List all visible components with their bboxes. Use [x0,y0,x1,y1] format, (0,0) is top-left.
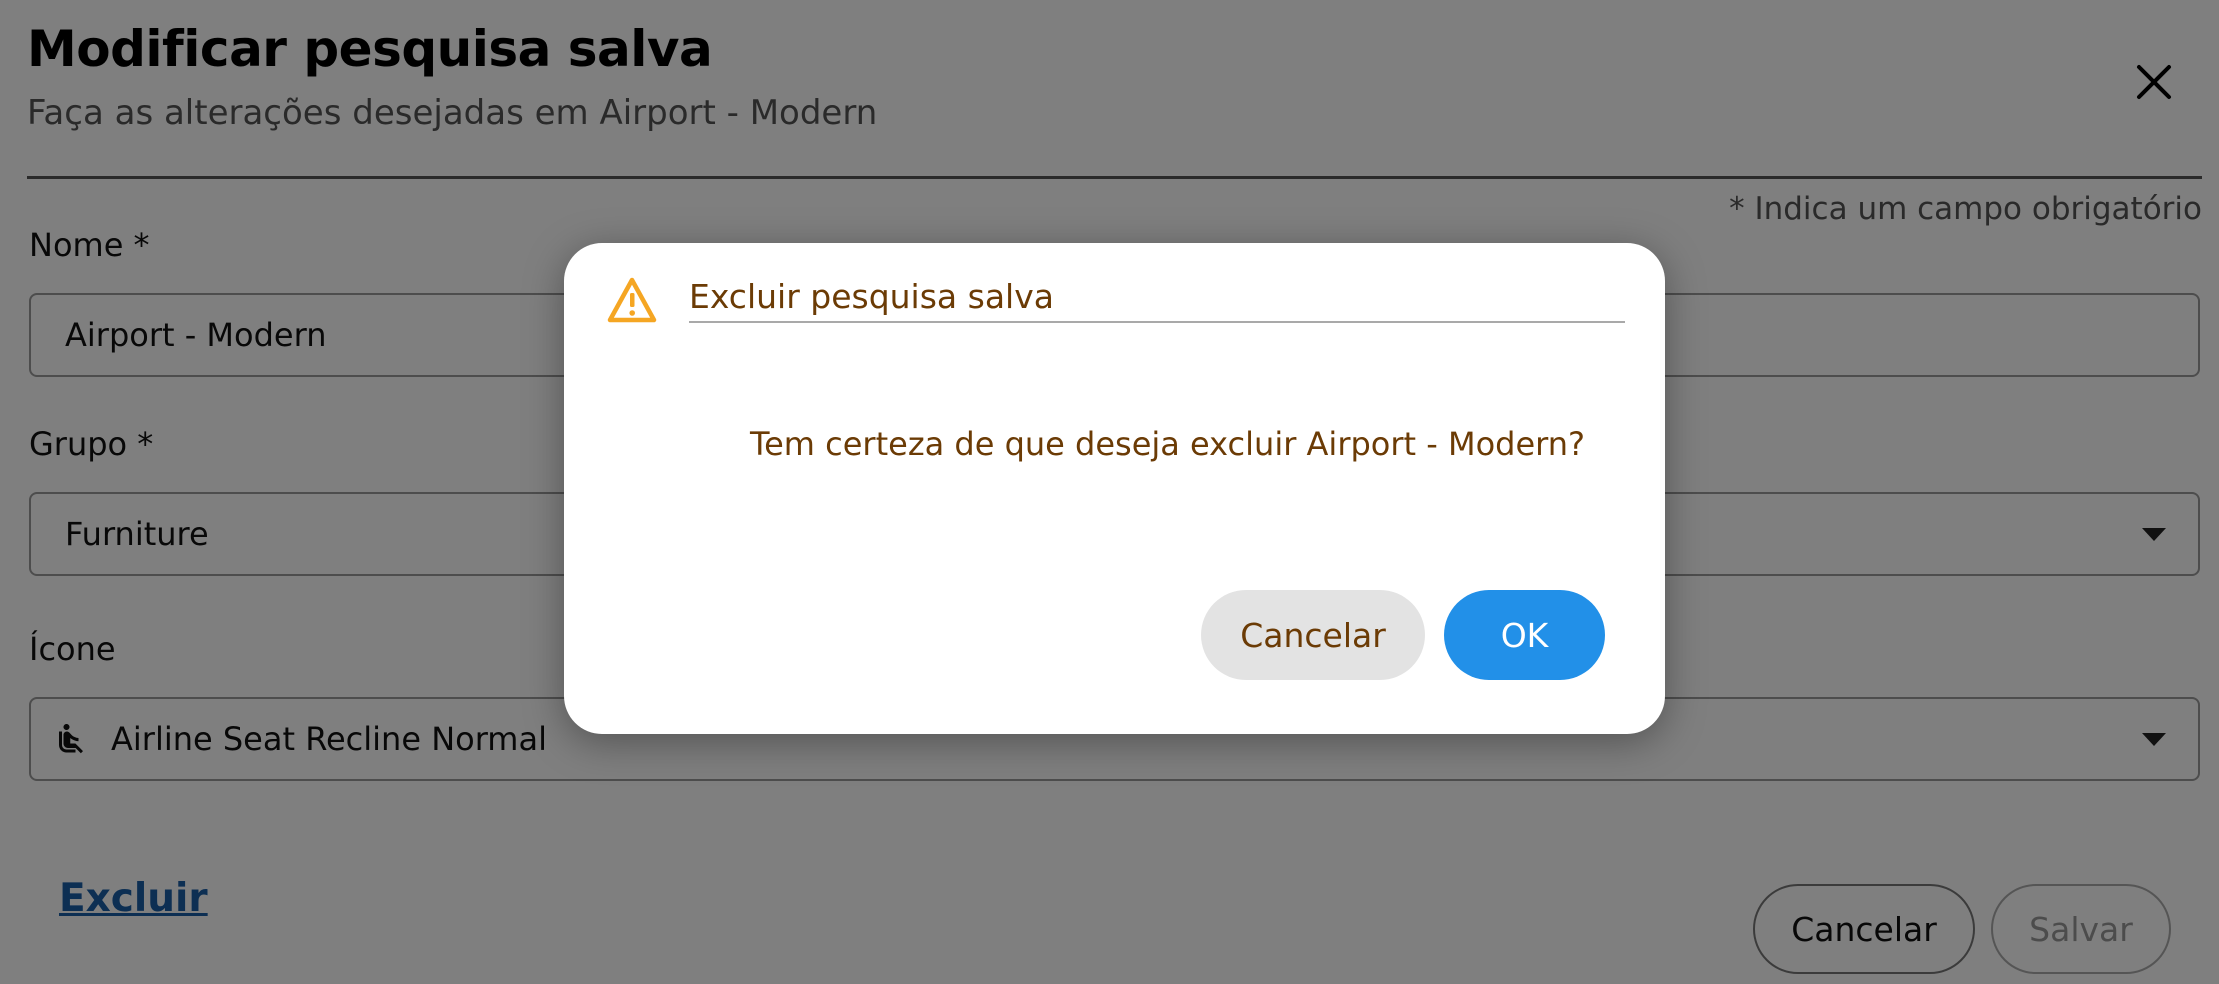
dialog-title-divider [689,321,1625,323]
dialog-message: Tem certeza de que deseja excluir Airpor… [750,425,1585,463]
dialog-title: Excluir pesquisa salva [689,277,1054,316]
warning-icon [607,277,657,323]
dialog-ok-button[interactable]: OK [1444,590,1605,680]
dialog-cancel-button[interactable]: Cancelar [1201,590,1425,680]
delete-confirmation-dialog: Excluir pesquisa salva Tem certeza de qu… [564,243,1665,734]
